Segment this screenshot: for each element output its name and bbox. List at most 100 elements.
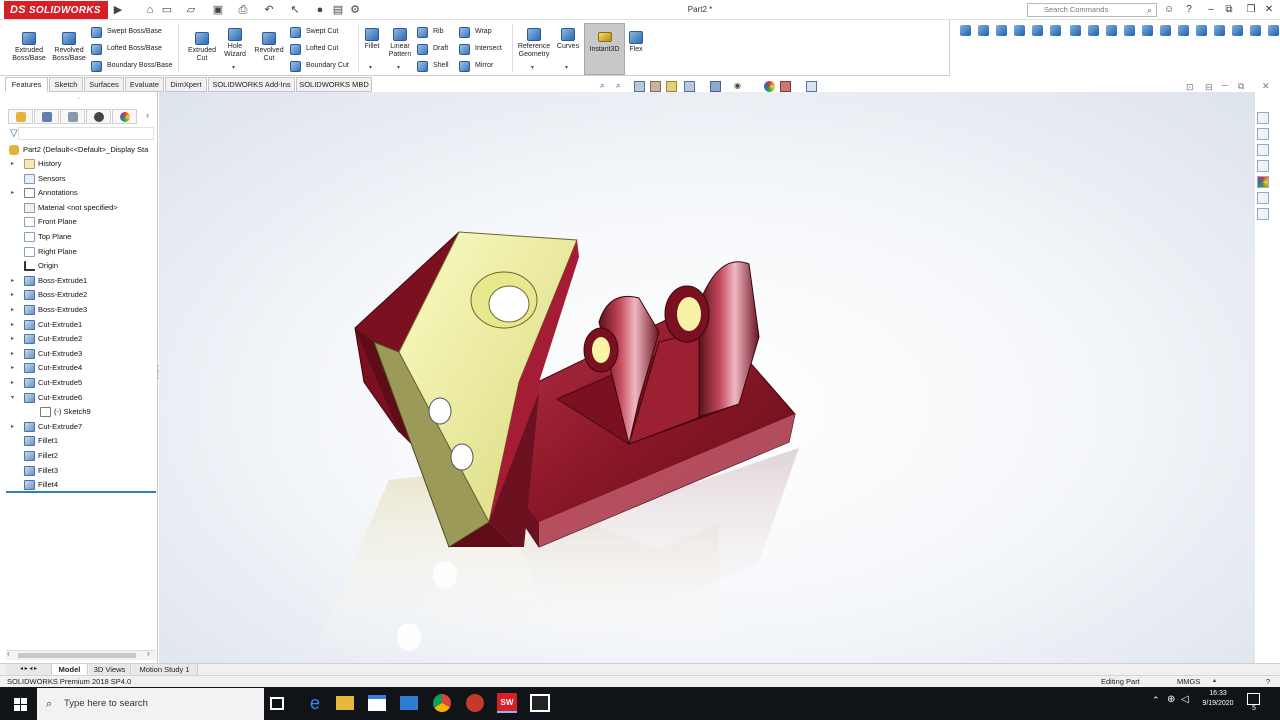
configurationmanager-tab[interactable] — [60, 109, 85, 124]
task-view-icon[interactable] — [270, 697, 284, 710]
options-gear-icon[interactable]: ⚙ — [348, 3, 362, 17]
mass-props-icon[interactable] — [1142, 25, 1153, 36]
section-view-icon[interactable] — [650, 81, 661, 92]
menu-expand-icon[interactable]: ▶ — [111, 3, 125, 17]
plane-view-icon[interactable] — [1088, 25, 1099, 36]
featuremanager-tab[interactable] — [8, 109, 33, 124]
file-explorer-icon[interactable] — [1257, 144, 1269, 156]
expand-arrow-icon[interactable]: ▸ — [11, 303, 14, 317]
measure-icon[interactable] — [1124, 25, 1135, 36]
expand-arrow-icon[interactable]: ▸ — [11, 274, 14, 288]
rib-button[interactable]: Rib — [417, 26, 444, 40]
tree-item[interactable]: ▸ Cut-Extrude2 — [0, 332, 158, 346]
open-icon[interactable]: ▱ — [184, 3, 198, 17]
tray-expand-icon[interactable]: ⌃ — [1152, 695, 1160, 706]
curves-button[interactable]: Curves — [556, 28, 580, 51]
design-library-icon[interactable] — [1257, 128, 1269, 140]
units-dropdown-icon[interactable]: ▴ — [1213, 676, 1216, 687]
taskbar-clock[interactable]: 16:33 9/19/2020 — [1196, 689, 1240, 709]
lofted-cut-button[interactable]: Lofted Cut — [290, 43, 338, 57]
tree-root-part[interactable]: Part2 (Default<<Default>_Display Sta — [0, 143, 158, 157]
tab-mbd[interactable]: SOLIDWORKS MBD — [296, 77, 372, 92]
expand-arrow-icon[interactable]: ▸ — [11, 157, 14, 171]
save-icon[interactable]: ▣ — [211, 3, 225, 17]
view-orient-icon[interactable] — [960, 25, 971, 36]
photos-icon[interactable] — [530, 694, 550, 712]
tree-item[interactable]: ▸ Annotations — [0, 186, 158, 200]
solidworks-resources-icon[interactable] — [1257, 112, 1269, 124]
part-model-render[interactable] — [159, 92, 1255, 664]
revolved-cut-button[interactable]: Revolved Cut — [251, 32, 287, 63]
expand-arrow-icon[interactable]: ▸ — [11, 361, 14, 375]
tree-item[interactable]: ▸ Cut-Extrude1 — [0, 318, 158, 332]
view-orientation-icon[interactable] — [684, 81, 695, 92]
traffic-light-icon[interactable]: ● — [313, 3, 327, 17]
tree-item[interactable]: ▸ Cut-Extrude5 — [0, 376, 158, 390]
expand-arrow-icon[interactable]: ▸ — [11, 288, 14, 302]
apply-scene-icon[interactable] — [780, 81, 791, 92]
print3d-icon[interactable] — [1250, 25, 1261, 36]
section-icon[interactable] — [1032, 25, 1043, 36]
dynamic-annotation-icon[interactable] — [666, 81, 677, 92]
viewport-close-icon[interactable]: ✕ — [1262, 81, 1270, 92]
custom-properties-icon[interactable] — [1257, 192, 1269, 204]
print-icon[interactable]: ⎙ — [236, 3, 250, 17]
view-palette-icon[interactable] — [1257, 160, 1269, 172]
reference-geometry-button[interactable]: Reference Geometry — [515, 28, 553, 59]
tree-item[interactable]: Fillet1 — [0, 434, 158, 448]
taskbar-search-box[interactable]: ⌕ Type here to search — [37, 688, 264, 720]
tree-item[interactable]: ▸ Boss-Extrude2 — [0, 288, 158, 302]
wrap-button[interactable]: Wrap — [459, 26, 492, 40]
close-icon[interactable]: ✕ — [1262, 3, 1276, 17]
pattern-dropdown-icon[interactable]: ▾ — [397, 64, 400, 71]
intersect-button[interactable]: Intersect — [459, 43, 502, 57]
instant3d-button[interactable]: Instant3D — [584, 23, 625, 75]
windows-start-icon[interactable] — [14, 698, 27, 711]
tree-item[interactable]: Right Plane — [0, 245, 158, 259]
maximize-icon[interactable]: ❐ — [1244, 3, 1258, 17]
tree-item[interactable]: Fillet2 — [0, 449, 158, 463]
swept-boss-button[interactable]: Swept Boss/Base — [91, 26, 162, 40]
pan-icon[interactable] — [1014, 25, 1025, 36]
edge-browser-icon[interactable]: e — [304, 692, 326, 714]
forum-icon[interactable] — [1257, 208, 1269, 220]
hole-wizard-dropdown-icon[interactable]: ▾ — [232, 64, 235, 71]
reference-geometry-dropdown-icon[interactable]: ▾ — [531, 64, 534, 71]
network-icon[interactable]: ⊕ — [1167, 694, 1175, 705]
filter-icon[interactable]: ▽ — [10, 128, 18, 139]
tree-item[interactable]: ▸ History — [0, 157, 158, 171]
home-icon[interactable]: ⌂ — [143, 3, 157, 17]
tree-item[interactable]: Sensors — [0, 172, 158, 186]
edit-appearance-icon[interactable] — [764, 81, 775, 92]
camera-icon[interactable] — [1178, 25, 1189, 36]
propertymanager-tab[interactable] — [34, 109, 59, 124]
swept-cut-button[interactable]: Swept Cut — [290, 26, 338, 40]
display-manager-tab[interactable] — [112, 109, 137, 124]
view-settings-icon[interactable] — [806, 81, 817, 92]
render-icon[interactable] — [1214, 25, 1225, 36]
rotate-icon[interactable] — [978, 25, 989, 36]
fillet-dropdown-icon[interactable]: ▾ — [369, 64, 372, 71]
extruded-cut-button[interactable]: Extruded Cut — [184, 32, 220, 63]
action-center-icon[interactable] — [1247, 693, 1260, 705]
unit-system-selector[interactable]: MMGS — [1177, 676, 1200, 687]
select-pointer-icon[interactable]: ↖ — [288, 3, 302, 17]
light-icon[interactable] — [1160, 25, 1171, 36]
expand-arrow-icon[interactable]: ▸ — [11, 318, 14, 332]
panel-grip-icon[interactable]: ◦ — [78, 96, 80, 102]
expand-arrow-icon[interactable]: ▸ — [11, 186, 14, 200]
restore-icon[interactable]: ⧉ — [1222, 3, 1236, 17]
help-icon[interactable]: ? — [1182, 3, 1196, 17]
tree-item[interactable]: Front Plane — [0, 215, 158, 229]
tree-item[interactable]: ▾ Cut-Extrude6 — [0, 391, 158, 405]
scroll-right-icon[interactable]: › — [147, 649, 150, 658]
graphics-area[interactable] — [159, 92, 1255, 664]
expand-arrow-icon[interactable]: ▸ — [11, 420, 14, 434]
dimxpert-tab[interactable] — [86, 109, 111, 124]
undo-icon[interactable]: ↶ — [262, 3, 276, 17]
file-properties-icon[interactable]: ▤ — [331, 3, 345, 17]
scroll-thumb[interactable] — [18, 653, 136, 658]
tab-evaluate[interactable]: Evaluate — [125, 77, 164, 92]
viewport-expand-icon[interactable]: ⊡ — [1186, 82, 1194, 93]
curves-dropdown-icon[interactable]: ▾ — [565, 64, 568, 71]
